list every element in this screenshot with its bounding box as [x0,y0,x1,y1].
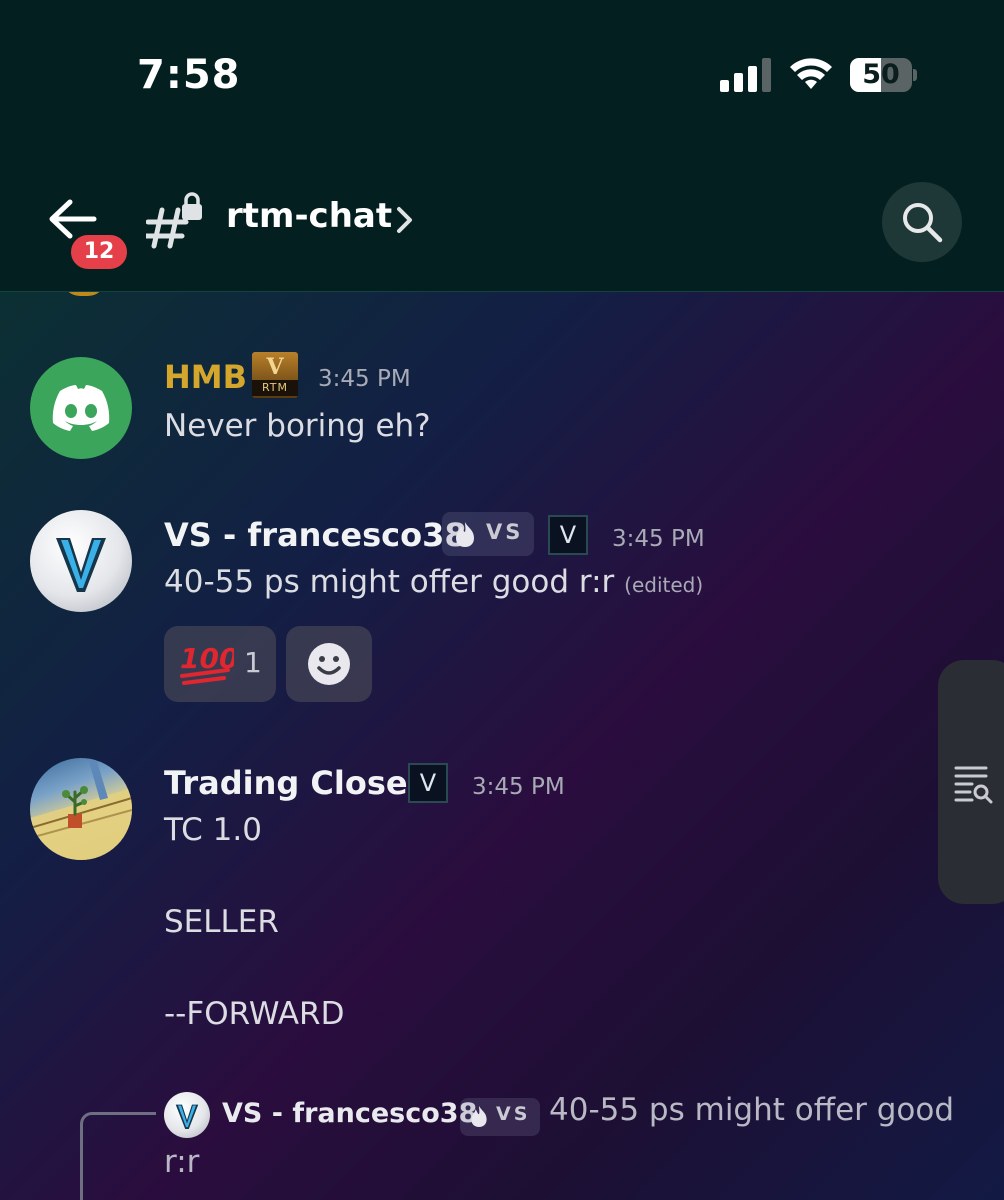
side-panel-handle[interactable] [938,660,1004,904]
edited-label: (edited) [624,573,704,597]
v-role-badge: V [408,763,448,803]
search-button[interactable] [882,182,962,262]
search-icon [903,203,943,243]
avatar-trading-closed[interactable] [30,758,132,860]
reaction-count: 1 [244,646,262,679]
100-emoji-icon: 100 [180,642,234,685]
avatar-partial [62,292,106,296]
message-timestamp: 3:45 PM [612,526,705,552]
flame-icon [471,1105,487,1127]
unread-count-badge: 12 [68,232,130,272]
avatar-discord-default[interactable] [30,357,132,459]
reply-text-continued[interactable]: r:r [164,1144,199,1180]
add-reaction-icon [308,643,350,685]
discord-app: 7:58 50 12 rtm-chat HMB V RTM 3:45 PM Ne… [0,0,1004,1200]
top-bar: 7:58 50 12 rtm-chat [0,0,1004,292]
chevron-right-icon[interactable] [394,204,416,236]
message-line: TC 1.0 [164,812,262,848]
v-role-badge: V [548,515,588,555]
v-logo-icon [56,538,106,592]
message-line: --FORWARD [164,996,345,1032]
channel-name[interactable]: rtm-chat [226,196,392,236]
avatar-vs[interactable] [30,510,132,612]
discord-logo-icon [52,385,110,431]
reply-server-tag-chip: VS [460,1098,540,1136]
add-reaction-button[interactable] [286,626,372,702]
v-logo-icon [175,1104,199,1129]
reply-username[interactable]: VS - francesco38 [222,1098,477,1129]
message-timestamp: 3:45 PM [472,774,565,800]
rtm-role-badge: V RTM [252,352,298,398]
reply-server-tag-label: VS [496,1103,531,1125]
flame-icon [456,522,474,547]
reply-text[interactable]: 40-55 ps might offer good [549,1092,954,1128]
status-time: 7:58 [137,52,241,98]
message-text: Never boring eh? [164,408,431,444]
message-list[interactable]: HMB V RTM 3:45 PM Never boring eh? VS - … [0,292,1004,1200]
battery-level: 50 [862,59,900,90]
server-tag-chip[interactable]: VS [442,512,534,556]
message-username[interactable]: Trading Closed [164,764,430,802]
message-text: 40-55 ps might offer good r:r [164,564,615,600]
message-text-row: 40-55 ps might offer good r:r (edited) [164,564,703,600]
plant-painting-image [30,758,132,860]
wifi-icon [790,58,832,89]
server-tag-label: VS [486,520,524,544]
battery-icon: 50 [850,58,917,92]
reply-connector [80,1112,156,1200]
reaction-100[interactable]: 100 1 [164,626,276,702]
message-username[interactable]: VS - francesco38 [164,516,467,554]
message-timestamp: 3:45 PM [318,366,411,392]
rtm-badge-label: RTM [252,380,298,396]
locked-channel-hash-icon [146,192,202,249]
search-list-icon [954,766,993,804]
signal-icon [720,58,771,92]
message-username[interactable]: HMB [164,358,247,396]
message-line: SELLER [164,904,279,940]
reply-avatar[interactable] [164,1092,210,1138]
